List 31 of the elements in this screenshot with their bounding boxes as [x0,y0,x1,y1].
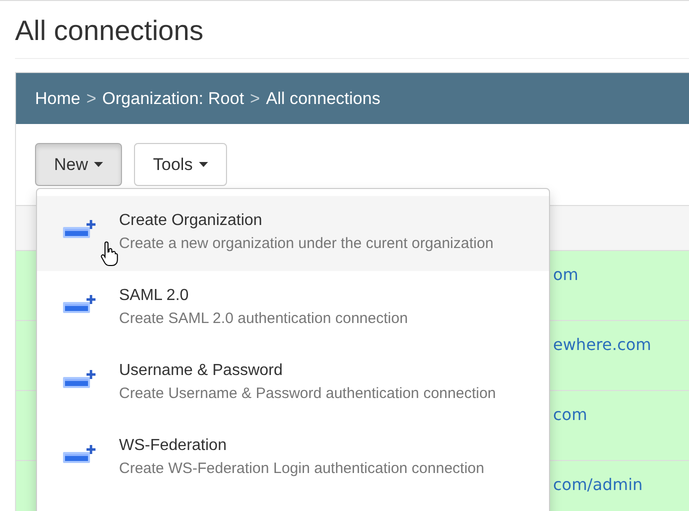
caret-icon [94,162,104,167]
menu-item-description: Create Username & Password authentication connection [119,385,496,402]
table-cell[interactable]: ewhere.com [553,335,652,354]
menu-item-title: Create Organization [119,212,264,230]
breadcrumb-link[interactable]: Home [35,88,80,108]
table-cell[interactable]: com/admin [553,475,643,494]
menu-item[interactable]: Create Organization Create a new organization under the curent organization [37,196,549,271]
connection-add-icon [62,369,96,391]
menu-item-title: SAML 2.0 [119,287,190,305]
hand-cursor-icon [100,241,118,267]
menu-item-description: Create WS-Federation Login authentication connection [119,460,484,477]
menu-item[interactable]: WS-Federation Create WS-Federation Login authentication connection [37,421,549,496]
connection-add-icon [62,219,96,241]
breadcrumb-link[interactable]: All connections [266,88,380,108]
caret-icon [198,162,208,167]
menu-item-description: Create a new organization under the curent organization [119,235,494,252]
breadcrumb-link[interactable]: Organization: Root [102,88,244,108]
menu-item[interactable]: Username & Password Create Username & Password authentication connection [37,346,549,421]
page-title: All connections [15,15,204,47]
menu-item[interactable]: SAML 2.0 Create SAML 2.0 authentication connection [37,271,549,346]
breadcrumb-separator: > [250,88,260,108]
table-cell[interactable]: om [553,265,578,284]
dropdown-button[interactable]: New [35,143,122,186]
breadcrumb-separator: > [86,88,96,108]
menu-item-title: WS-Federation [119,437,228,455]
connection-add-icon [62,444,96,466]
menu-item-description: Create SAML 2.0 authentication connection [119,310,408,327]
dropdown-button[interactable]: Tools [134,143,227,186]
table-cell[interactable]: com [553,405,588,424]
connection-add-icon [62,294,96,316]
menu-item-title: Username & Password [119,362,284,380]
